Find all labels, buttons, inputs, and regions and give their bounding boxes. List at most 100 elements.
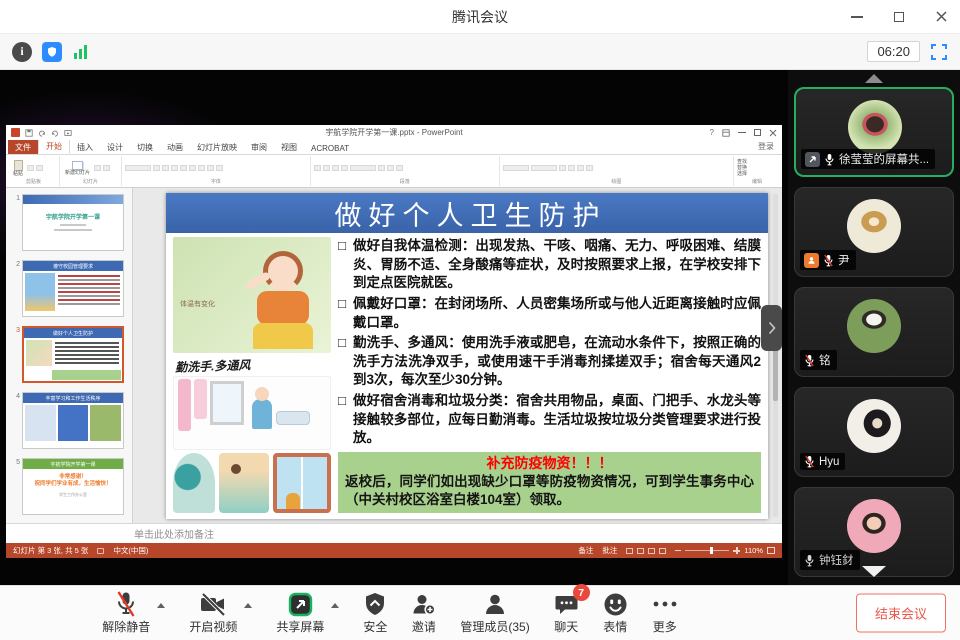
ribbon-button[interactable] <box>586 165 593 171</box>
share-options-chevron[interactable] <box>331 603 339 608</box>
participants-sidebar: 徐莹莹的屏幕共... 尹 <box>788 70 960 585</box>
ribbon-button[interactable] <box>216 165 223 171</box>
thumbnail-slide-5[interactable]: 5 宇航学院开学第一课 非常感谢！ 祝同学们学业有成，生活愉快！ 学生工作办公室 <box>8 458 128 515</box>
replace-button[interactable]: 替换 <box>737 166 747 171</box>
thumbnail-slide-1[interactable]: 1 宇航学院开学第一课 <box>8 194 128 251</box>
ribbon-button[interactable] <box>341 165 348 171</box>
tab-review[interactable]: 审阅 <box>244 140 274 154</box>
slide-scrollbar[interactable] <box>773 194 778 517</box>
reading-view-icon[interactable] <box>648 548 655 554</box>
tab-design[interactable]: 设计 <box>100 140 130 154</box>
ppt-restore-icon[interactable] <box>754 129 761 136</box>
ribbon-button[interactable] <box>207 165 214 171</box>
arrange-button[interactable] <box>559 165 566 171</box>
thumbnail-slide-4[interactable]: 4 丰富学习和工作生活秩序 <box>8 392 128 449</box>
ribbon-button[interactable] <box>198 165 205 171</box>
security-button[interactable]: 安全 <box>363 591 387 635</box>
tab-slideshow[interactable]: 幻灯片放映 <box>190 140 244 154</box>
ribbon-button[interactable] <box>378 165 385 171</box>
end-meeting-button[interactable]: 结束会议 <box>856 594 946 633</box>
ppt-close-icon[interactable] <box>769 129 777 137</box>
scroll-down-icon[interactable] <box>862 566 886 577</box>
ribbon-button[interactable] <box>36 165 43 171</box>
scroll-up-icon[interactable] <box>865 74 883 83</box>
start-video-button[interactable]: 开启视频 <box>189 591 237 635</box>
ppt-minimize-icon[interactable] <box>738 132 746 134</box>
share-screen-button[interactable]: 共享屏幕 <box>276 591 324 635</box>
ribbon-group-paragraph: 段落 <box>311 156 500 186</box>
zoom-slider[interactable] <box>685 550 729 551</box>
participant-tile[interactable]: 铭 <box>794 287 954 377</box>
fit-to-window-icon[interactable] <box>767 547 775 554</box>
ribbon-button[interactable] <box>350 165 376 171</box>
select-button[interactable]: 选择 <box>737 172 747 177</box>
ribbon-button[interactable] <box>396 165 403 171</box>
maximize-button[interactable] <box>892 10 906 24</box>
thumbnail-slide-3-selected[interactable]: 3 做好个人卫生防护 <box>8 326 128 383</box>
chat-button[interactable]: 7 聊天 <box>554 591 579 635</box>
video-options-chevron[interactable] <box>244 603 252 608</box>
thumbnail-slide-2[interactable]: 2 遵守校园管理要求 <box>8 260 128 317</box>
tab-view[interactable]: 视图 <box>274 140 304 154</box>
ribbon-button[interactable] <box>323 165 330 171</box>
notes-pane[interactable]: 单击此处添加备注 <box>6 523 782 543</box>
participant-tile[interactable]: 尹 <box>794 187 954 277</box>
ribbon-button[interactable] <box>577 165 584 171</box>
participant-tile[interactable]: Hyu <box>794 387 954 477</box>
tab-transitions[interactable]: 切换 <box>130 140 160 154</box>
shapes-gallery[interactable] <box>531 165 557 171</box>
participant-tile-sharing[interactable]: 徐莹莹的屏幕共... <box>794 87 954 177</box>
paste-button[interactable]: 粘贴 <box>11 160 25 177</box>
language-indicator[interactable]: 中文(中国) <box>113 545 148 556</box>
ribbon-button[interactable] <box>314 165 321 171</box>
comments-toggle[interactable]: 批注 <box>602 545 617 556</box>
ribbon-button[interactable] <box>171 165 178 171</box>
tab-acrobat[interactable]: ACROBAT <box>304 142 356 154</box>
zoom-in-icon[interactable] <box>733 547 740 554</box>
ppt-help-icon[interactable]: ? <box>710 128 714 137</box>
minimize-button[interactable] <box>850 10 864 24</box>
sidebar-collapse-button[interactable] <box>761 305 782 351</box>
manage-members-button[interactable]: 管理成员(35) <box>460 591 529 635</box>
network-signal-icon[interactable] <box>74 45 87 59</box>
find-button[interactable]: 查找 <box>737 160 747 165</box>
shapes-gallery[interactable] <box>503 165 529 171</box>
tab-home[interactable]: 开始 <box>38 138 70 154</box>
tab-animations[interactable]: 动画 <box>160 140 190 154</box>
ribbon-button[interactable] <box>94 165 101 171</box>
fullscreen-icon[interactable] <box>930 43 948 61</box>
notes-toggle[interactable]: 备注 <box>578 545 593 556</box>
ribbon-button[interactable] <box>387 165 394 171</box>
ribbon-button[interactable] <box>27 165 34 171</box>
meeting-info-icon[interactable]: i <box>12 42 32 62</box>
participant-tile[interactable]: 钟钰釮 <box>794 487 954 577</box>
security-shield-icon[interactable] <box>42 42 62 62</box>
font-size-dropdown[interactable] <box>153 165 160 171</box>
close-button[interactable] <box>934 10 948 24</box>
clipboard-icon <box>14 160 23 171</box>
unmute-button[interactable]: 解除静音 <box>102 591 150 635</box>
slide-sorter-icon[interactable] <box>637 548 644 554</box>
ribbon-button[interactable] <box>103 165 110 171</box>
tab-insert[interactable]: 插入 <box>70 140 100 154</box>
zoom-out-icon[interactable] <box>675 550 681 552</box>
mic-options-chevron[interactable] <box>157 603 165 608</box>
ribbon-button[interactable] <box>162 165 169 171</box>
tab-file[interactable]: 文件 <box>8 140 38 154</box>
invite-person-icon <box>411 592 436 617</box>
invite-button[interactable]: 邀请 <box>411 591 436 635</box>
new-slide-button[interactable]: 新建幻灯片 <box>63 161 92 176</box>
current-slide[interactable]: 做好个人卫生防护 体温有变化 勤洗手.多通风 <box>166 193 768 519</box>
font-name-dropdown[interactable] <box>125 165 151 171</box>
ribbon-button[interactable] <box>332 165 339 171</box>
ribbon-button[interactable] <box>189 165 196 171</box>
more-button[interactable]: 更多 <box>652 591 678 635</box>
normal-view-icon[interactable] <box>626 548 633 554</box>
ppt-sign-in[interactable]: 登录 <box>752 141 780 154</box>
quick-styles-button[interactable] <box>568 165 575 171</box>
comments-icon[interactable] <box>97 548 104 554</box>
slideshow-icon[interactable] <box>659 548 666 554</box>
quick-access-toolbar[interactable] <box>25 129 72 137</box>
ribbon-button[interactable] <box>180 165 187 171</box>
emoji-button[interactable]: 表情 <box>603 591 628 635</box>
